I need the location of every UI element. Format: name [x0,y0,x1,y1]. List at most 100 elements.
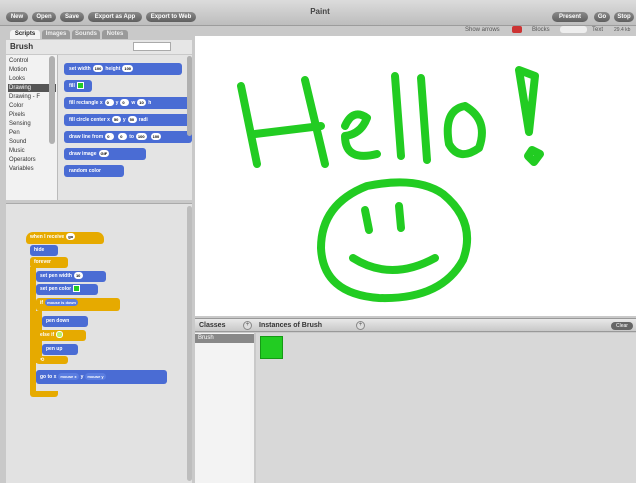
color-swatch[interactable] [76,82,84,90]
smiley-face-stroke [317,178,471,303]
present-button[interactable]: Present [552,12,588,22]
y-input[interactable]: 0 [120,99,130,107]
letter-l1-stroke [391,72,405,160]
fill-circle-block[interactable]: fill circle center x 50 y 50 radi [64,114,192,126]
pen-color-swatch[interactable] [73,285,81,293]
pen-strokes [237,66,544,303]
category-scrollbar[interactable] [49,56,55,144]
instances-panel [256,333,636,483]
window-title: Paint [310,7,330,16]
add-instance-icon[interactable]: + [356,321,365,330]
brush-instance-thumbnail[interactable] [260,336,283,359]
if-block[interactable]: if mouse is down [36,298,120,311]
block-label: fill [69,83,75,89]
block-label: if [40,300,44,306]
draw-image-block[interactable]: draw image GIF [64,148,146,160]
block-label: else if [40,332,55,338]
block-label: set pen color [40,286,72,292]
script-area: when I receive go hide forever set pen wi… [6,203,192,483]
pen-up-block[interactable]: pen up [42,344,78,355]
y1-input[interactable]: 0 [118,133,128,141]
set-pen-color-block[interactable]: set pen color [36,284,98,295]
pen-down-block[interactable]: pen down [42,316,88,327]
block-palette: set width 100 height 100 fill fill rectangl… [58,55,192,200]
memory-readout: 29.4 kb [614,27,631,33]
blocks-size-slider[interactable] [560,26,587,33]
block-label: set pen width [40,273,72,279]
pen-width-input[interactable]: 10 [73,272,83,280]
palette-scrollbar[interactable] [187,56,192,136]
x2-input[interactable]: 100 [135,133,147,141]
smiley-mouth-stroke [349,254,439,274]
category-operators[interactable]: Operators [8,156,56,164]
block-label: w [131,100,136,106]
if-end: ⟲ [36,356,68,364]
else-if-block[interactable]: else if [36,330,86,341]
draw-line-block[interactable]: draw line from 0 0 to 100 100 [64,131,192,143]
mouse-x-reporter[interactable]: mouse x [58,373,79,381]
text-label: Text [592,27,604,33]
forever-block-end [30,391,58,397]
stop-button[interactable]: Stop [614,12,634,22]
set-size-block[interactable]: set width 100 height 100 [64,63,182,75]
random-color-block[interactable]: random color [64,165,124,177]
letter-o-stroke [443,102,486,158]
message-dropdown[interactable]: go [66,233,76,241]
exclamation-bar-stroke [515,66,539,136]
class-item-brush[interactable]: Brush [195,334,254,343]
block-label: radi [138,117,148,123]
w-input[interactable]: 10 [137,99,147,107]
tab-scripts[interactable]: Scripts [10,30,40,39]
go-to-xy-block[interactable]: go to x mouse x y mouse y [36,370,167,384]
when-receive-hat-block[interactable]: when I receive go [26,232,104,244]
hide-block[interactable]: hide [30,245,58,256]
block-label: y [115,100,119,106]
add-class-icon[interactable]: + [243,321,252,330]
x-input[interactable]: 0 [104,99,114,107]
stage-canvas[interactable] [195,36,636,316]
fill-rectangle-block[interactable]: fill rectangle x 0 y 0 w 10 h [64,97,192,109]
y2-input[interactable]: 100 [150,133,162,141]
block-label: when I receive [30,234,65,240]
y-input[interactable]: 50 [127,116,137,124]
smiley-left-eye-stroke [361,206,373,234]
block-label: set width [69,66,91,72]
instances-label: Instances of Brush [259,322,323,329]
open-button[interactable]: Open [32,12,56,22]
export-app-button[interactable]: Export as App [88,12,142,22]
width-input[interactable]: 100 [92,65,104,73]
category-music[interactable]: Music [8,147,56,155]
new-button[interactable]: New [6,12,28,22]
x-input[interactable]: 50 [111,116,121,124]
fill-block[interactable]: fill [64,80,92,92]
export-web-button[interactable]: Export to Web [146,12,196,22]
letter-h-bar-stroke [251,122,325,138]
condition-reporter[interactable]: mouse is down [45,299,78,307]
block-label: draw image [69,151,97,157]
palette-search-input[interactable] [133,42,171,51]
save-button[interactable]: Save [60,12,84,22]
block-label: height [105,66,121,72]
tab-sounds[interactable]: Sounds [72,30,100,39]
block-label: y [80,374,84,380]
app-window: New Open Save Export as App Export to We… [0,0,636,483]
height-input[interactable]: 100 [122,65,134,73]
mouse-y-reporter[interactable]: mouse y [85,373,106,381]
top-toolbar: New Open Save Export as App Export to We… [0,0,636,26]
classes-list: Brush [195,333,254,483]
clear-button[interactable]: Clear [611,322,633,330]
category-variables[interactable]: Variables [8,165,56,173]
go-button[interactable]: Go [594,12,610,22]
show-arrows-toggle[interactable] [512,26,522,33]
set-pen-width-block[interactable]: set pen width 10 [36,271,106,282]
true-toggle[interactable] [56,331,64,339]
x1-input[interactable]: 0 [105,133,115,141]
show-arrows-label: Show arrows [465,27,500,33]
script-scrollbar[interactable] [187,206,192,481]
block-label: go to x [40,374,57,380]
tab-images[interactable]: Images [42,30,70,39]
image-dropdown[interactable]: GIF [98,150,110,158]
blocks-label: Blocks [532,27,550,33]
bottom-panel-header: Classes + Instances of Brush + Clear [195,318,636,332]
tab-notes[interactable]: Notes [102,30,128,39]
